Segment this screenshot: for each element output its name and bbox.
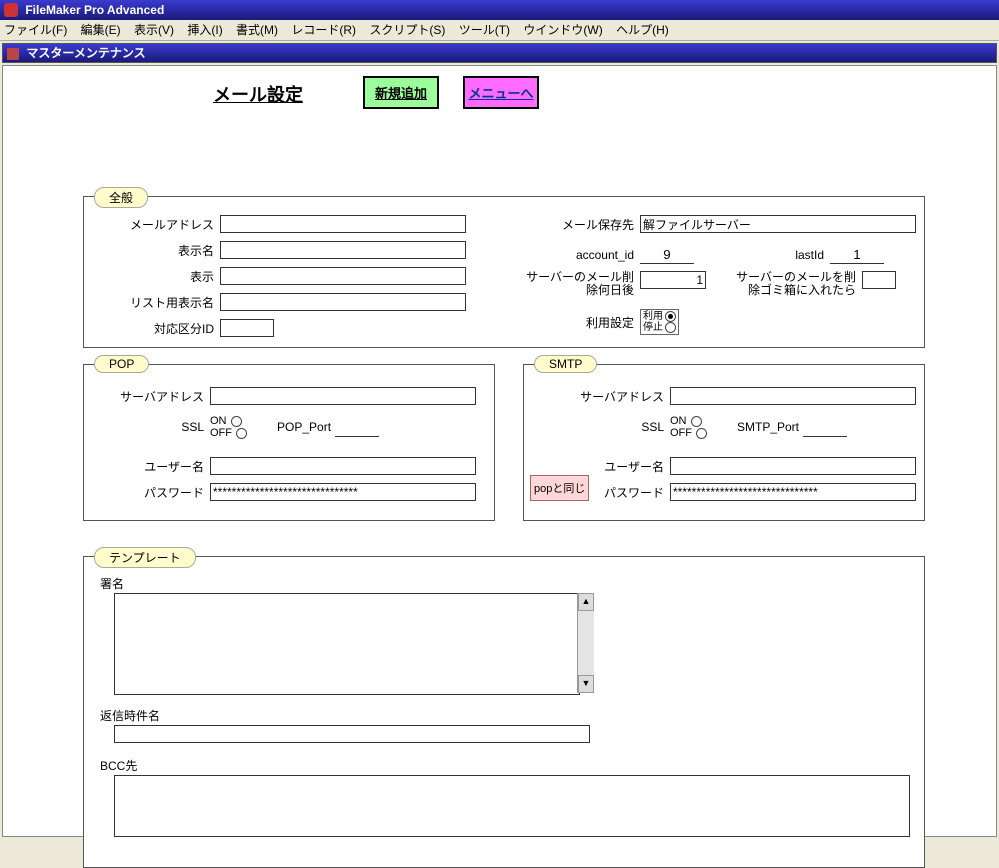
label-pop-server: サーバアドレス	[104, 388, 204, 405]
input-smtp-user[interactable]	[670, 457, 916, 475]
scroll-up-icon[interactable]: ▲	[578, 593, 594, 611]
label-smtp-server: サーバアドレス	[574, 388, 664, 405]
app-icon	[4, 3, 18, 17]
pop-ssl-off-label: OFF	[210, 427, 232, 439]
smtp-ssl-off-dot[interactable]	[696, 428, 707, 439]
menu-window[interactable]: ウインドウ(W)	[523, 23, 602, 37]
label-smtp-pass: パスワード	[574, 484, 664, 501]
page-body: メール設定 新規追加 メニューへ 全般 メールアドレス 表示名 表示 リスト用表…	[2, 65, 997, 837]
pop-ssl-on-label: ON	[210, 415, 227, 427]
label-bcc: BCC先	[100, 757, 137, 774]
label-server-delete-days: サーバーのメール削除何日後	[524, 271, 634, 297]
new-button[interactable]: 新規追加	[363, 76, 439, 109]
radio-smtp-ssl[interactable]: ON OFF	[670, 415, 707, 439]
input-pop-server[interactable]	[210, 387, 476, 405]
label-usage: 利用設定	[524, 314, 634, 331]
window-titlebar: マスターメンテナンス	[2, 43, 997, 63]
menu-edit[interactable]: 編集(E)	[81, 23, 121, 37]
label-list-display-name: リスト用表示名	[114, 294, 214, 311]
textarea-signature[interactable]	[114, 593, 580, 695]
input-list-display-name[interactable]	[220, 293, 466, 311]
label-smtp-user: ユーザー名	[574, 458, 664, 475]
label-mail-address: メールアドレス	[114, 216, 214, 233]
smtp-ssl-on-dot[interactable]	[691, 416, 702, 427]
menu-insert[interactable]: 挿入(I)	[187, 23, 222, 37]
smtp-ssl-off-label: OFF	[670, 427, 692, 439]
label-signature: 署名	[100, 575, 124, 592]
menu-view[interactable]: 表示(V)	[134, 23, 174, 37]
input-taiou-id[interactable]	[220, 319, 274, 337]
scroll-down-icon[interactable]: ▼	[578, 675, 594, 693]
app-titlebar: FileMaker Pro Advanced	[0, 0, 999, 20]
menu-file[interactable]: ファイル(F)	[4, 23, 67, 37]
input-display[interactable]	[220, 267, 466, 285]
label-account-id: account_id	[524, 248, 634, 262]
textarea-bcc[interactable]	[114, 775, 910, 837]
menu-help[interactable]: ヘルプ(H)	[616, 23, 669, 37]
input-pop-user[interactable]	[210, 457, 476, 475]
pop-ssl-on-dot[interactable]	[231, 416, 242, 427]
label-smtp-port: SMTP_Port	[737, 420, 799, 434]
app-title: FileMaker Pro Advanced	[25, 3, 164, 17]
label-pop-pass: パスワード	[104, 484, 204, 501]
menu-script[interactable]: スクリプト(S)	[369, 23, 445, 37]
group-template: テンプレート 署名 ▲ ▼ 返信時件名 BCC先	[83, 556, 925, 868]
legend-pop: POP	[94, 355, 149, 373]
input-mail-address[interactable]	[220, 215, 466, 233]
input-server-delete-days[interactable]	[640, 271, 706, 289]
label-display: 表示	[114, 268, 214, 285]
radio-usage[interactable]: 利用 停止	[640, 309, 679, 335]
radio-usage-off-dot[interactable]	[665, 322, 676, 333]
menu-button[interactable]: メニューへ	[463, 76, 539, 109]
menu-format[interactable]: 書式(M)	[236, 23, 278, 37]
legend-smtp: SMTP	[534, 355, 597, 373]
label-server-delete-trash: サーバーのメールを削除ゴミ箱に入れたら	[736, 271, 856, 297]
label-smtp-ssl: SSL	[574, 420, 664, 434]
input-lastid[interactable]	[830, 245, 884, 264]
label-pop-user: ユーザー名	[104, 458, 204, 475]
input-display-name[interactable]	[220, 241, 466, 259]
input-reply-subject[interactable]	[114, 725, 590, 743]
legend-general: 全般	[94, 187, 148, 208]
menu-tool[interactable]: ツール(T)	[459, 23, 510, 37]
input-smtp-server[interactable]	[670, 387, 916, 405]
menubar: ファイル(F) 編集(E) 表示(V) 挿入(I) 書式(M) レコード(R) …	[0, 20, 999, 41]
label-display-name: 表示名	[114, 242, 214, 259]
pop-ssl-off-dot[interactable]	[236, 428, 247, 439]
label-lastid: lastId	[744, 248, 824, 262]
label-mail-save: メール保存先	[524, 216, 634, 233]
input-smtp-port[interactable]	[803, 418, 847, 437]
input-server-delete-trash[interactable]	[862, 271, 896, 289]
label-reply-subject: 返信時件名	[100, 707, 160, 724]
group-general: 全般 メールアドレス 表示名 表示 リスト用表示名 対応区分ID メール保存先 …	[83, 196, 925, 348]
input-smtp-pass[interactable]	[670, 483, 916, 501]
label-pop-ssl: SSL	[104, 420, 204, 434]
smtp-ssl-on-label: ON	[670, 415, 687, 427]
window-title: マスターメンテナンス	[26, 46, 145, 60]
legend-template: テンプレート	[94, 547, 196, 568]
label-taiou-id: 対応区分ID	[114, 320, 214, 337]
input-pop-port[interactable]	[335, 418, 379, 437]
label-pop-port: POP_Port	[277, 420, 331, 434]
window-icon	[7, 48, 19, 60]
menu-record[interactable]: レコード(R)	[291, 23, 356, 37]
group-pop: POP サーバアドレス SSL ON OFF POP_Port ユーザー名 パス…	[83, 364, 495, 521]
signature-scrollbar[interactable]: ▲ ▼	[577, 593, 594, 693]
input-pop-pass[interactable]	[210, 483, 476, 501]
radio-pop-ssl[interactable]: ON OFF	[210, 415, 247, 439]
input-account-id[interactable]	[640, 245, 694, 264]
input-mail-save[interactable]	[640, 215, 916, 233]
radio-usage-on-dot[interactable]	[665, 311, 676, 322]
radio-usage-on-label: 利用	[643, 311, 663, 322]
radio-usage-off-label: 停止	[643, 322, 663, 333]
group-smtp: SMTP サーバアドレス SSL ON OFF SMTP_Port ユーザー名 …	[523, 364, 925, 521]
page-title: メール設定	[213, 81, 303, 107]
